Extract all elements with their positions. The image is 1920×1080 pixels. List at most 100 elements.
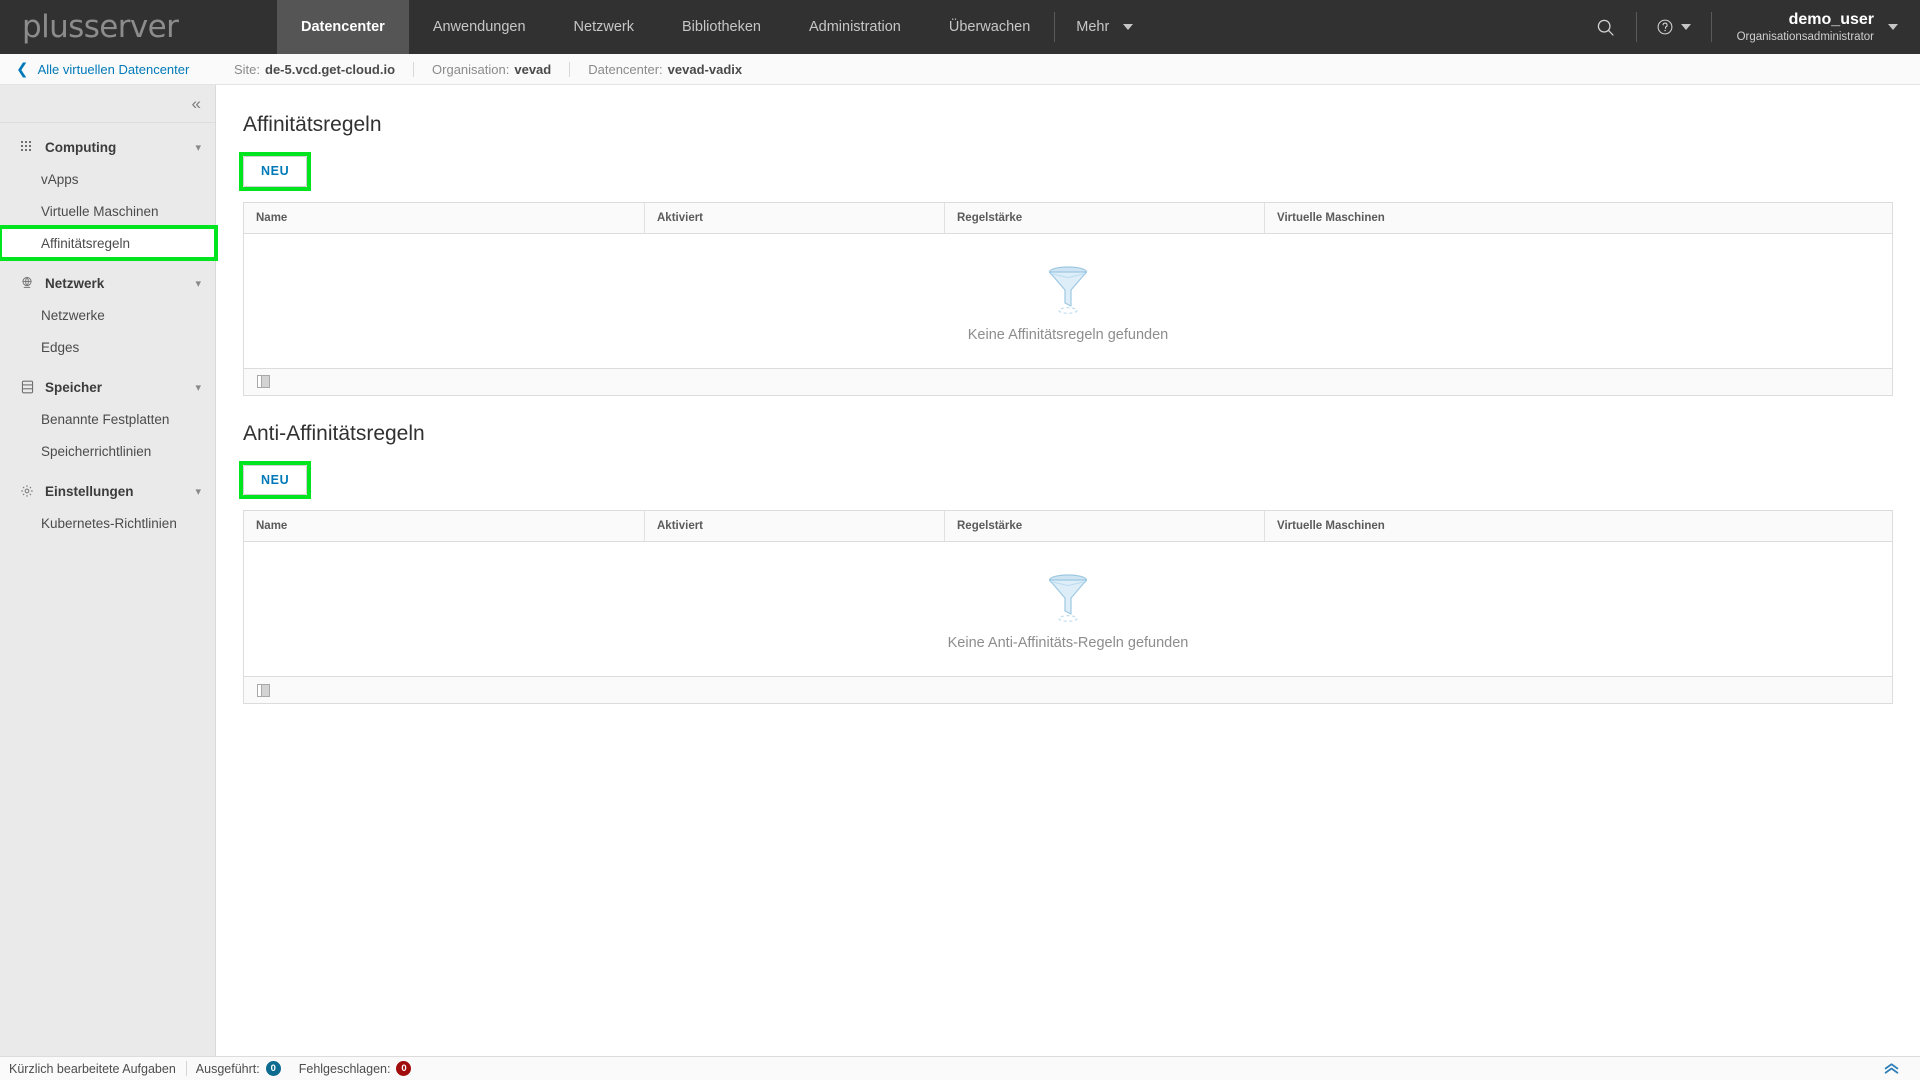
recent-tasks-label[interactable]: Kürzlich bearbeitete Aufgaben (0, 1062, 186, 1076)
sidebar-item-affinitaetsregeln[interactable]: Affinitätsregeln (0, 225, 218, 261)
column-header-virtuelle-maschinen[interactable]: Virtuelle Maschinen (1264, 202, 1892, 233)
breadcrumb-site-value: de-5.vcd.get-cloud.io (265, 61, 396, 77)
breadcrumb-organisation: Organisation: vevad (413, 61, 569, 77)
sidebar-collapse-button[interactable]: « (0, 85, 215, 123)
column-header-virtuelle-maschinen[interactable]: Virtuelle Maschinen (1264, 511, 1892, 541)
status-bar: Kürzlich bearbeitete Aufgaben Ausgeführt… (0, 1056, 1920, 1080)
chevron-down-icon (1123, 24, 1134, 30)
funnel-empty-icon (1048, 574, 1088, 622)
sidebar-group-netzwerk[interactable]: Netzwerk ▾ (0, 267, 215, 299)
gear-glyph (21, 485, 33, 497)
empty-state-message: Keine Affinitätsregeln gefunden (967, 326, 1169, 343)
column-picker-icon[interactable] (257, 375, 270, 388)
sidebar-group-label: Netzwerk (45, 275, 105, 291)
nav-item-netzwerk[interactable]: Netzwerk (550, 0, 658, 54)
failed-counter[interactable]: Fehlgeschlagen: 0 (299, 1061, 412, 1076)
nav-item-label: Anwendungen (432, 19, 526, 35)
column-header-regelstaerke[interactable]: Regelstärke (944, 511, 1264, 541)
breadcrumb-organisation-value: vevad (514, 61, 552, 77)
sidebar-item-label: Virtuelle Maschinen (41, 203, 159, 219)
breadcrumb-datencenter-value: vevad-vadix (667, 61, 743, 77)
new-anti-affinity-rule-button[interactable]: NEU (243, 464, 308, 495)
breadcrumb-back-link[interactable]: ❮ Alle virtuellen Datencenter (0, 62, 216, 77)
breadcrumb-site: Site: de-5.vcd.get-cloud.io (216, 62, 413, 77)
sidebar-item-vapps[interactable]: vApps (0, 163, 215, 195)
chevron-down-icon: ▾ (195, 381, 201, 394)
sidebar-item-label: Edges (41, 339, 80, 355)
empty-state-message: Keine Anti-Affinitäts-Regeln gefunden (947, 635, 1189, 651)
column-header-aktiviert[interactable]: Aktiviert (644, 511, 944, 541)
column-header-regelstaerke[interactable]: Regelstärke (944, 202, 1264, 233)
breadcrumb-site-label: Site: (234, 61, 261, 77)
affinity-rules-table: Name Aktiviert Regelstärke Virtuelle Mas… (243, 201, 1893, 396)
chevron-down-icon: ▾ (195, 485, 201, 498)
sidebar-item-label: Kubernetes-Richtlinien (41, 515, 177, 531)
chevron-down-icon (1888, 24, 1898, 30)
sidebar-item-edges[interactable]: Edges (0, 331, 215, 363)
user-info: demo_user Organisationsadministrator (1737, 10, 1874, 44)
network-globe-icon (18, 276, 36, 290)
page-title-anti-affinitaetsregeln: Anti-Affinitätsregeln (243, 421, 425, 445)
nav-item-administration[interactable]: Administration (785, 0, 925, 54)
nav-item-label: Überwachen (948, 19, 1031, 35)
new-affinity-rule-button[interactable]: NEU (243, 156, 308, 187)
network-globe-glyph (22, 276, 32, 288)
gear-icon (18, 484, 36, 498)
task-counters: Ausgeführt: 0 Fehlgeschlagen: 0 (185, 1061, 433, 1076)
database-glyph (21, 380, 33, 394)
succeeded-counter[interactable]: Ausgeführt: 0 (196, 1061, 281, 1076)
sidebar-item-label: Affinitätsregeln (41, 235, 131, 251)
column-header-name[interactable]: Name (244, 203, 644, 233)
sidebar-item-virtuelle-maschinen[interactable]: Virtuelle Maschinen (0, 195, 215, 227)
grid-dots-icon (18, 140, 36, 154)
table-empty-state: Keine Affinitätsregeln gefunden (244, 233, 1892, 368)
page-title-affinitaetsregeln: Affinitätsregeln (243, 113, 382, 136)
succeeded-label: Ausgeführt: (195, 1061, 260, 1076)
sidebar-item-label: Benannte Festplatten (41, 411, 170, 427)
nav-item-mehr[interactable]: Mehr (1054, 0, 1153, 54)
sidebar-item-kubernetes-richtlinien[interactable]: Kubernetes-Richtlinien (0, 507, 215, 539)
sidebar-group-label: Einstellungen (45, 483, 134, 499)
nav-item-label: Datencenter (301, 19, 385, 35)
user-role: Organisationsadministrator (1736, 30, 1874, 43)
breadcrumb-back-label: Alle virtuellen Datencenter (37, 61, 190, 77)
new-affinity-rule-highlight: NEU (238, 152, 312, 191)
help-circle-icon (1657, 19, 1673, 35)
new-anti-affinity-rule-highlight: NEU (238, 460, 312, 499)
table-footer (244, 676, 1892, 703)
search-button[interactable] (1575, 0, 1636, 54)
status-bar-expand-button[interactable] (1883, 1062, 1920, 1076)
sidebar-group-computing[interactable]: Computing ▾ (0, 131, 215, 163)
user-menu-button[interactable]: demo_user Organisationsadministrator (1710, 0, 1920, 54)
column-header-name[interactable]: Name (244, 511, 644, 541)
brand-logo[interactable]: plusserver (0, 0, 277, 54)
nav-item-anwendungen[interactable]: Anwendungen (409, 0, 550, 54)
sidebar-item-netzwerke[interactable]: Netzwerke (0, 299, 215, 331)
table-footer (244, 367, 1892, 395)
table-header-row: Name Aktiviert Regelstärke Virtuelle Mas… (244, 511, 1892, 542)
sidebar-item-label: vApps (41, 171, 79, 187)
breadcrumb-datencenter: Datencenter: vevad-vadix (569, 61, 760, 77)
sidebar-item-speicherrichtlinien[interactable]: Speicherrichtlinien (0, 435, 215, 467)
database-icon (18, 380, 36, 394)
breadcrumb-datencenter-label: Datencenter: (588, 61, 663, 77)
sidebar-group-einstellungen[interactable]: Einstellungen ▾ (0, 475, 215, 507)
sidebar-group-speicher[interactable]: Speicher ▾ (0, 371, 215, 403)
top-navigation-bar: plusserver Datencenter Anwendungen Netzw… (0, 0, 1920, 54)
nav-right-cluster: demo_user Organisationsadministrator (1575, 0, 1920, 54)
help-menu-button[interactable] (1635, 0, 1711, 54)
primary-nav-items: Datencenter Anwendungen Netzwerk Bibliot… (277, 0, 1153, 54)
chevron-down-icon: ▾ (195, 277, 201, 290)
column-header-aktiviert[interactable]: Aktiviert (644, 202, 944, 233)
sidebar-group-label: Computing (45, 139, 117, 155)
sidebar-item-benannte-festplatten[interactable]: Benannte Festplatten (0, 403, 215, 435)
brand-logo-text: plusserver (22, 9, 179, 45)
search-icon (1597, 19, 1614, 36)
nav-item-bibliotheken[interactable]: Bibliotheken (658, 0, 785, 54)
column-picker-icon[interactable] (257, 683, 270, 697)
app-shell: « Computing ▾ vApps Virtuelle Maschinen … (0, 85, 1920, 1056)
nav-item-datencenter[interactable]: Datencenter (277, 0, 409, 54)
nav-item-uberwachen[interactable]: Überwachen (925, 0, 1054, 54)
failed-label: Fehlgeschlagen: (298, 1061, 391, 1076)
anti-affinity-rules-table: Name Aktiviert Regelstärke Virtuelle Mas… (243, 510, 1893, 704)
